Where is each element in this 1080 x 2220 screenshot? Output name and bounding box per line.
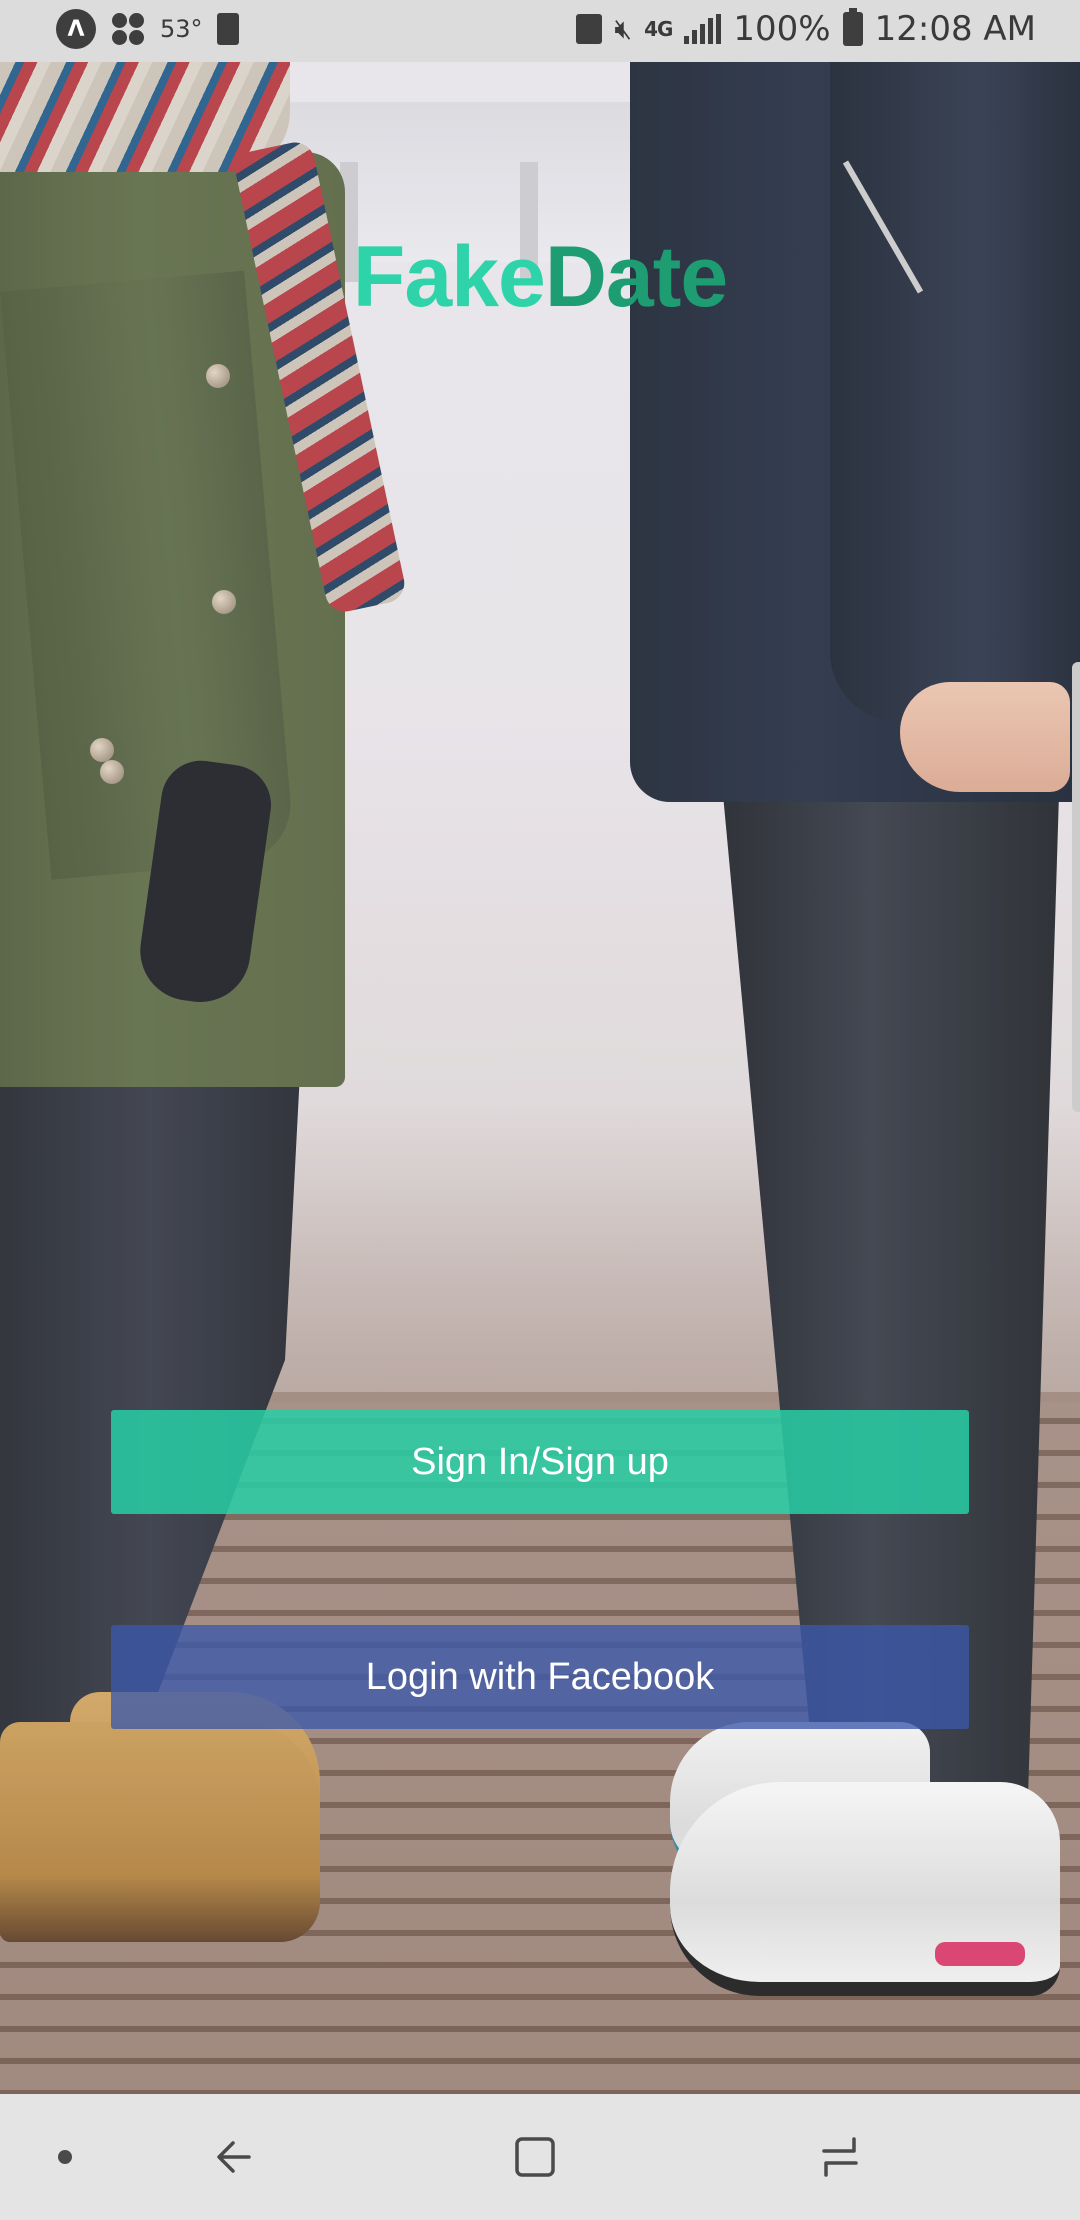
home-icon bbox=[515, 2137, 555, 2177]
screen: Λ 53° 🔇︎ 4G 100% 12:08 AM FakeDate Sign … bbox=[0, 0, 1080, 2220]
app-logo-date: Date bbox=[544, 229, 728, 325]
signin-signup-label: Sign In/Sign up bbox=[411, 1440, 669, 1483]
battery-saver-icon bbox=[216, 13, 239, 45]
status-left-icons: Λ 53° bbox=[56, 9, 239, 49]
app-alert-icon: Λ bbox=[56, 9, 96, 49]
mute-icon: 🔇︎ bbox=[614, 12, 633, 45]
signal-icon bbox=[684, 14, 722, 44]
app-logo-fake: Fake bbox=[352, 229, 546, 325]
weather-temperature: 53° bbox=[160, 15, 203, 43]
clock: 12:08 AM bbox=[874, 9, 1036, 49]
status-right-icons: 🔇︎ 4G 100% 12:08 AM bbox=[576, 8, 1036, 49]
facebook-login-label: Login with Facebook bbox=[365, 1655, 715, 1698]
battery-icon bbox=[842, 8, 863, 46]
recent-apps-icon bbox=[822, 2137, 858, 2177]
home-button[interactable] bbox=[495, 2094, 575, 2220]
clover-icon bbox=[110, 11, 146, 47]
dot-icon bbox=[58, 2150, 72, 2164]
battery-percent: 100% bbox=[733, 9, 831, 49]
status-bar: Λ 53° 🔇︎ 4G 100% 12:08 AM bbox=[0, 0, 1080, 62]
recent-apps-button[interactable] bbox=[800, 2094, 880, 2220]
nav-dot-button[interactable] bbox=[40, 2094, 90, 2220]
facebook-login-button[interactable]: Login with Facebook bbox=[111, 1625, 969, 1729]
lte-icon: 4G bbox=[644, 17, 673, 41]
app-logo: FakeDate bbox=[0, 228, 1080, 327]
back-button[interactable] bbox=[195, 2094, 275, 2220]
back-icon bbox=[217, 2141, 251, 2173]
background-photo bbox=[0, 62, 1080, 2094]
recycle-battery-icon bbox=[576, 14, 603, 44]
navigation-bar bbox=[0, 2094, 1080, 2220]
signin-signup-button[interactable]: Sign In/Sign up bbox=[111, 1410, 969, 1514]
